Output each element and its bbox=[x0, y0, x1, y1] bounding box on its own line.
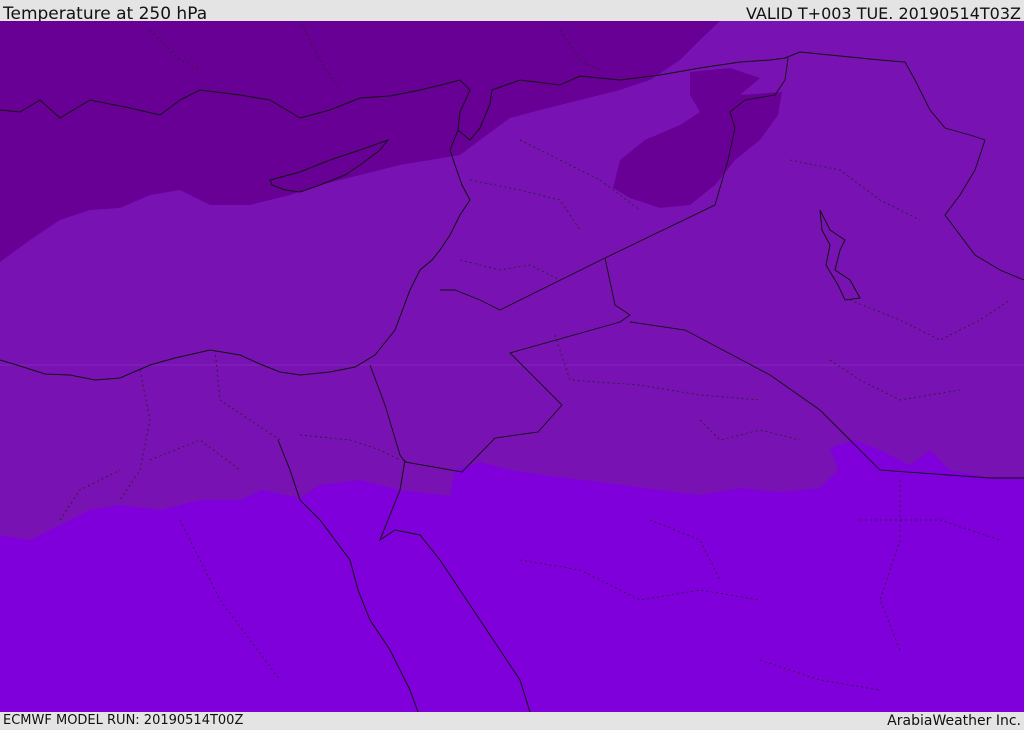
temperature-map bbox=[0, 21, 1024, 712]
footer-bar: ECMWF MODEL RUN: 20190514T00Z ArabiaWeat… bbox=[0, 712, 1024, 729]
brand-label: ArabiaWeather Inc. bbox=[887, 713, 1021, 729]
header-bar: Temperature at 250 hPa VALID T+003 TUE. … bbox=[0, 0, 1024, 24]
model-run-label: ECMWF MODEL RUN: 20190514T00Z bbox=[3, 713, 244, 728]
